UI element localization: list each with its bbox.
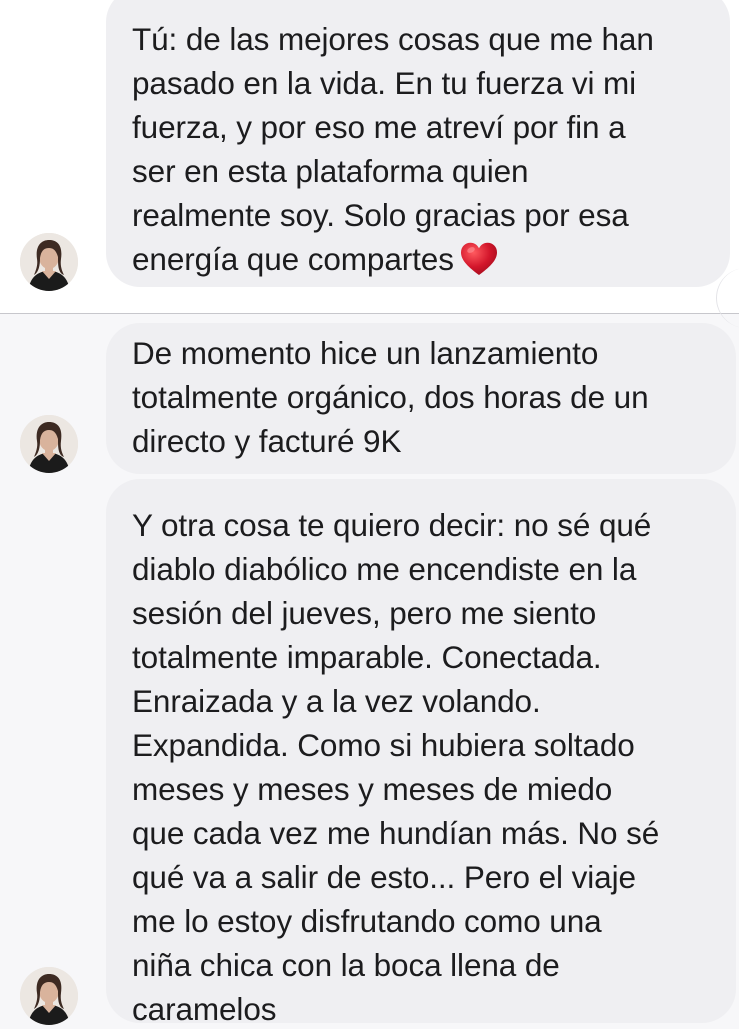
message-bubble-3[interactable]: Y otra cosa te quiero decir: no sé qué d… xyxy=(106,479,736,1027)
message-line: sesión del jueves, pero me siento xyxy=(132,595,597,631)
message-line: totalmente imparable. Conectada. xyxy=(132,639,602,675)
message-line: fuerza, y por eso me atreví por fin a xyxy=(132,109,626,145)
message-line: Y otra cosa te quiero decir: no sé qué xyxy=(132,507,652,543)
message-line-last: energía que compartes xyxy=(132,237,730,281)
profile-photo-icon xyxy=(20,233,78,291)
message-line: energía que compartes xyxy=(132,241,454,277)
message-line: caramelos xyxy=(132,991,277,1027)
message-bubble-2[interactable]: De momento hice un lanzamiento totalment… xyxy=(106,323,736,474)
message-line: Tú: de las mejores cosas que me han xyxy=(132,21,654,57)
profile-photo-icon xyxy=(20,415,78,473)
message-line: diablo diabólico me encendiste en la xyxy=(132,551,637,587)
message-line: directo y facturé 9K xyxy=(132,423,402,459)
message-line: Expandida. Como si hubiera soltado xyxy=(132,727,635,763)
sender-avatar[interactable] xyxy=(20,967,78,1025)
message-line: meses y meses y meses de miedo xyxy=(132,771,613,807)
message-line: realmente soy. Solo gracias por esa xyxy=(132,197,629,233)
message-line: me lo estoy disfrutando como una xyxy=(132,903,602,939)
message-line: qué va a salir de esto... Pero el viaje xyxy=(132,859,636,895)
message-line: pasado en la vida. En tu fuerza vi mi xyxy=(132,65,637,101)
message-line: De momento hice un lanzamiento xyxy=(132,335,599,371)
message-bubble-1[interactable]: Tú: de las mejores cosas que me han pasa… xyxy=(106,0,730,287)
sender-avatar[interactable] xyxy=(20,415,78,473)
sender-avatar[interactable] xyxy=(20,233,78,291)
profile-photo-icon xyxy=(20,967,78,1025)
message-line: que cada vez me hundían más. No sé xyxy=(132,815,660,851)
heart-icon xyxy=(460,242,497,275)
message-line: totalmente orgánico, dos horas de un xyxy=(132,379,649,415)
message-line: niña chica con la boca llena de xyxy=(132,947,560,983)
message-line: Enraizada y a la vez volando. xyxy=(132,683,541,719)
message-line: ser en esta plataforma quien xyxy=(132,153,529,189)
